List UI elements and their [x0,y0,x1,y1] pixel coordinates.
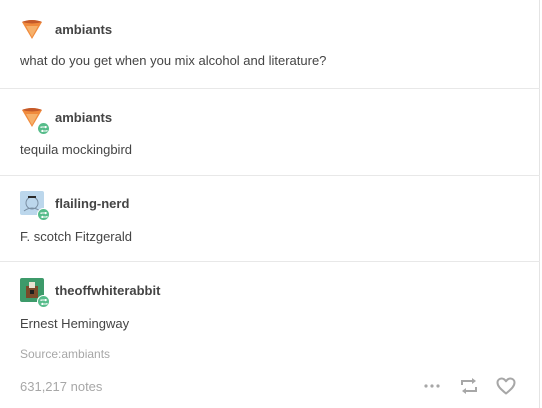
reblog-badge-icon [37,295,50,308]
more-icon[interactable] [421,375,443,397]
author-row: flailing-nerd [20,191,129,221]
post-text: F. scotch Fitzgerald [20,229,132,244]
post-text: what do you get when you mix alcohol and… [20,53,327,68]
username[interactable]: ambiants [55,22,112,37]
username[interactable]: flailing-nerd [55,196,129,211]
cone-avatar-icon [20,17,44,41]
source-link[interactable]: ambiants [61,347,110,361]
author-row: theoffwhiterabbit [20,278,160,308]
reblog-icon[interactable] [458,375,480,397]
post-card: ambiants what do you get when you mix al… [0,0,540,408]
avatar[interactable] [20,191,50,221]
source-label: Source: [20,347,62,361]
username[interactable]: ambiants [55,110,112,125]
author-row: ambiants [20,17,112,41]
username[interactable]: theoffwhiterabbit [55,283,160,298]
divider [0,175,540,176]
divider [0,261,540,262]
post-text: tequila mockingbird [20,142,133,157]
avatar[interactable] [20,278,50,308]
post-actions [406,375,517,397]
reblog-badge-icon [37,208,50,221]
post-text: Ernest Hemingway [20,316,130,331]
reblog-badge-icon [37,122,50,135]
avatar[interactable] [20,17,44,41]
avatar[interactable] [20,105,50,135]
author-row: ambiants [20,105,112,135]
divider [0,88,540,89]
heart-icon[interactable] [495,375,517,397]
source-attribution[interactable]: Source:ambiants [20,347,110,361]
notes-count[interactable]: 631,217 notes [20,379,102,394]
